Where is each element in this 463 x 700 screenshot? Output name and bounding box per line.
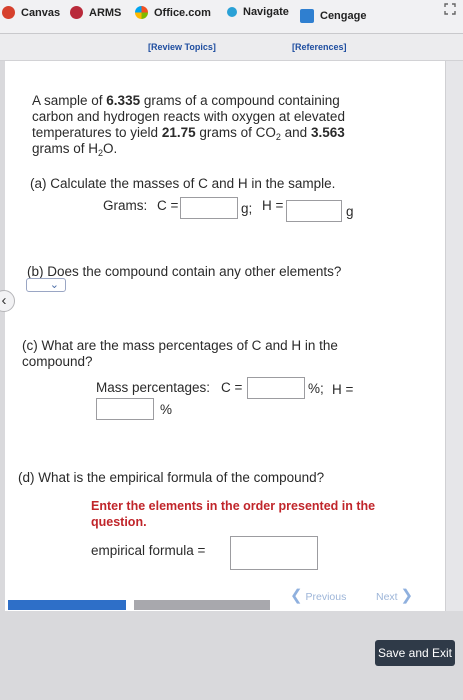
mass-percentages-label: Mass percentages: [96, 380, 211, 395]
c-percent-label: C = [221, 380, 243, 395]
chevron-down-icon: ⌄ [49, 279, 59, 291]
save-and-exit-button[interactable]: Save and Exit [375, 640, 455, 666]
part-c-question-line-1: (c) What are the mass percentages of C a… [22, 338, 338, 353]
h-percent-label: H = [332, 382, 354, 397]
c-label: C = [157, 198, 179, 213]
other-elements-select[interactable]: ⌄ [26, 278, 66, 292]
arms-icon [70, 6, 83, 19]
progress-segment [134, 600, 270, 610]
empirical-formula-label: empirical formula = [91, 543, 206, 558]
problem-line-2: carbon and hydrogen reacts with oxygen a… [32, 109, 345, 124]
instruction-line-2: question. [91, 515, 147, 529]
part-b-question: (b) Does the compound contain any other … [27, 264, 342, 279]
next-button[interactable]: Next ❯ [376, 586, 413, 604]
h-percent-unit: % [160, 402, 173, 417]
bookmark-label: Navigate [243, 6, 289, 18]
canvas-icon [2, 6, 15, 19]
c-percent-unit: %; [308, 381, 324, 396]
empirical-formula-input[interactable] [230, 536, 318, 570]
progress-segment-current [8, 600, 126, 610]
chevron-left-icon: ❮ [290, 587, 303, 604]
bookmark-label: Office.com [154, 6, 211, 19]
grams-label: Grams: [103, 198, 148, 213]
bookmark-label: Cengage [320, 10, 367, 22]
h-unit: g [346, 204, 354, 219]
previous-button[interactable]: ❮ Previous [290, 586, 346, 604]
reference-bar: [Review Topics] [References] [0, 34, 463, 61]
c-percent-input[interactable] [247, 377, 305, 399]
office-icon [135, 6, 148, 19]
review-topics-link[interactable]: [Review Topics] [148, 42, 216, 52]
part-a-question: (a) Calculate the masses of C and H in t… [30, 176, 336, 191]
h-mass-input[interactable] [286, 200, 342, 222]
problem-line-4: grams of H2O. [32, 141, 118, 158]
bookmark-canvas[interactable]: Canvas [2, 6, 60, 19]
chevron-right-icon: ❯ [400, 587, 414, 604]
references-link[interactable]: [References] [292, 42, 347, 52]
expand-icon[interactable] [443, 2, 457, 16]
h-label: H = [262, 198, 284, 213]
bookmarks-bar: Canvas ARMS Office.com Navigate Cengage [0, 0, 463, 34]
instruction-line-1: Enter the elements in the order presente… [91, 499, 376, 513]
c-mass-input[interactable] [180, 197, 238, 219]
part-c-question-line-2: compound? [22, 354, 93, 369]
h-percent-input[interactable] [96, 398, 154, 420]
problem-line-1: A sample of 6.335 grams of a compound co… [32, 93, 340, 108]
part-d-question: (d) What is the empirical formula of the… [18, 470, 325, 485]
bookmark-cengage[interactable]: Cengage [300, 9, 366, 23]
bookmark-arms[interactable]: ARMS [70, 6, 121, 19]
cengage-icon [300, 9, 314, 23]
bookmark-navigate[interactable]: Navigate [227, 6, 289, 18]
navigate-icon [227, 7, 237, 17]
bookmark-label: ARMS [89, 6, 122, 19]
bookmark-office[interactable]: Office.com [135, 6, 211, 19]
bookmark-label: Canvas [21, 6, 61, 19]
c-unit: g; [241, 201, 253, 216]
scrollbar[interactable] [445, 61, 463, 611]
